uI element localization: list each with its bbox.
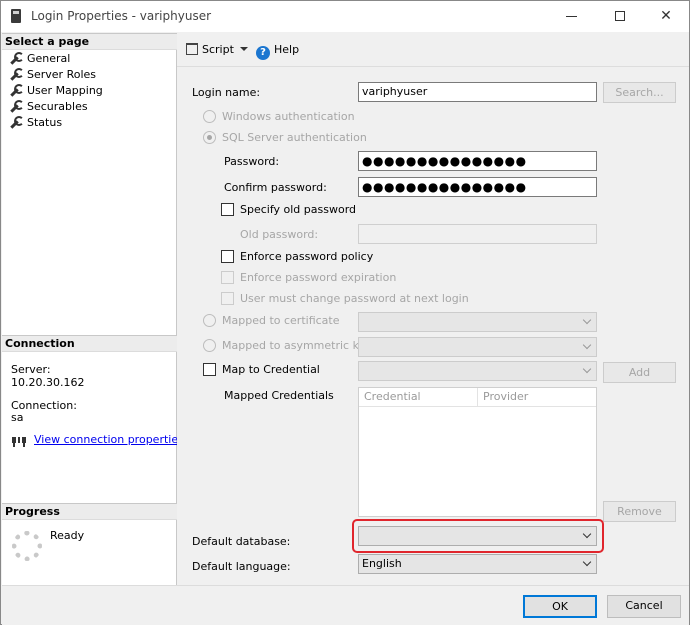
left-panel: Select a page General Server Roles User …: [2, 33, 184, 585]
grid-header: Credential Provider: [359, 388, 596, 407]
script-label: Script: [202, 43, 234, 56]
right-panel: Script ? Help Login name: variphyuser Sea…: [177, 33, 689, 585]
sql-auth-label: SQL Server authentication: [222, 131, 367, 144]
progress-spinner-icon: [12, 531, 42, 561]
remove-credential-button[interactable]: Remove: [603, 501, 676, 522]
server-value: 10.20.30.162: [11, 376, 85, 389]
wrench-icon: [9, 52, 24, 64]
page-label: User Mapping: [27, 84, 103, 97]
mapped-certificate-label: Mapped to certificate: [222, 314, 340, 327]
help-button[interactable]: ? Help: [256, 42, 300, 60]
default-language-dropdown[interactable]: English: [358, 554, 597, 574]
progress-header: Progress: [2, 503, 177, 520]
server-label: Server:: [11, 363, 51, 376]
mapped-certificate-radio[interactable]: [203, 314, 216, 327]
provider-column-header[interactable]: Provider: [483, 388, 528, 406]
chevron-down-icon: [582, 364, 592, 374]
page-label: Server Roles: [27, 68, 97, 81]
mapped-asymmetric-key-label: Mapped to asymmetric key: [222, 339, 372, 352]
progress-status: Ready: [50, 529, 85, 542]
login-name-label: Login name:: [192, 86, 261, 99]
old-password-input[interactable]: [358, 224, 597, 244]
default-database-label: Default database:: [192, 535, 291, 548]
specify-old-password-checkbox[interactable]: [221, 203, 234, 216]
page-server-roles[interactable]: Server Roles: [9, 67, 96, 83]
ok-button[interactable]: OK: [523, 595, 597, 618]
must-change-label: User must change password at next login: [240, 292, 469, 305]
map-to-credential-label: Map to Credential: [222, 363, 320, 376]
credential-dropdown[interactable]: [358, 361, 597, 381]
chevron-down-icon: [582, 557, 592, 567]
general-page-content: Login name: variphyuser Search... Window…: [178, 68, 688, 584]
enforce-expiration-checkbox[interactable]: [221, 271, 234, 284]
select-page-header: Select a page: [2, 33, 177, 50]
windows-auth-radio[interactable]: [203, 110, 216, 123]
page-user-mapping[interactable]: User Mapping: [9, 83, 103, 99]
maximize-icon: [615, 11, 625, 21]
page-status[interactable]: Status: [9, 115, 62, 131]
enforce-policy-checkbox[interactable]: [221, 250, 234, 263]
script-button[interactable]: Script: [186, 42, 248, 58]
wrench-icon: [9, 100, 24, 112]
login-properties-window: Login Properties - variphyuser ✕ Select …: [0, 0, 690, 625]
enforce-expiration-label: Enforce password expiration: [240, 271, 397, 284]
window-title: Login Properties - variphyuser: [31, 9, 212, 23]
close-icon: ✕: [660, 8, 672, 24]
windows-auth-label: Windows authentication: [222, 110, 355, 123]
asymmetric-key-dropdown[interactable]: [358, 337, 597, 357]
dialog-footer: OK Cancel: [2, 585, 689, 625]
password-input[interactable]: ●●●●●●●●●●●●●●●: [358, 151, 597, 171]
chevron-down-icon: [582, 315, 592, 325]
title-bar: Login Properties - variphyuser ✕: [1, 1, 689, 32]
help-label: Help: [274, 43, 300, 56]
help-icon: ?: [256, 46, 270, 60]
maximize-button[interactable]: [597, 1, 643, 32]
confirm-password-input[interactable]: ●●●●●●●●●●●●●●●: [358, 177, 597, 197]
toolbar: Script ? Help: [177, 33, 689, 67]
minimize-icon: [566, 16, 577, 17]
chevron-down-icon: [239, 47, 248, 51]
connection-properties-icon: [12, 437, 26, 447]
page-label: Status: [27, 116, 63, 129]
page-label: Securables: [27, 100, 88, 113]
mapped-credentials-label: Mapped Credentials: [224, 389, 334, 402]
old-password-label: Old password:: [240, 228, 319, 241]
mapped-asymmetric-key-radio[interactable]: [203, 339, 216, 352]
app-icon: [11, 9, 21, 23]
page-general[interactable]: General: [9, 51, 70, 67]
default-language-value: English: [362, 557, 402, 570]
mapped-credentials-grid[interactable]: Credential Provider: [358, 387, 597, 517]
chevron-down-icon: [582, 529, 592, 539]
map-to-credential-checkbox[interactable]: [203, 363, 216, 376]
connection-value: sa: [11, 411, 24, 424]
minimize-button[interactable]: [549, 1, 595, 32]
page-securables[interactable]: Securables: [9, 99, 88, 115]
cancel-button[interactable]: Cancel: [607, 595, 681, 618]
credential-column-header[interactable]: Credential: [364, 388, 478, 406]
wrench-icon: [9, 84, 24, 96]
sql-auth-radio[interactable]: [203, 131, 216, 144]
login-name-input[interactable]: variphyuser: [358, 82, 597, 102]
default-language-label: Default language:: [192, 560, 291, 573]
wrench-icon: [9, 116, 24, 128]
chevron-down-icon: [582, 340, 592, 350]
wrench-icon: [9, 68, 24, 80]
view-connection-properties-link[interactable]: View connection properties: [34, 433, 184, 446]
search-button[interactable]: Search...: [603, 82, 676, 103]
must-change-checkbox[interactable]: [221, 292, 234, 305]
default-database-dropdown[interactable]: [358, 526, 597, 546]
specify-old-password-label: Specify old password: [240, 203, 357, 216]
connection-header: Connection: [2, 335, 177, 352]
close-button[interactable]: ✕: [643, 1, 689, 32]
certificate-dropdown[interactable]: [358, 312, 597, 332]
password-label: Password:: [224, 155, 280, 168]
confirm-password-label: Confirm password:: [224, 181, 327, 194]
script-icon: [186, 43, 198, 55]
enforce-policy-label: Enforce password policy: [240, 250, 374, 263]
add-credential-button[interactable]: Add: [603, 362, 676, 383]
page-label: General: [27, 52, 71, 65]
